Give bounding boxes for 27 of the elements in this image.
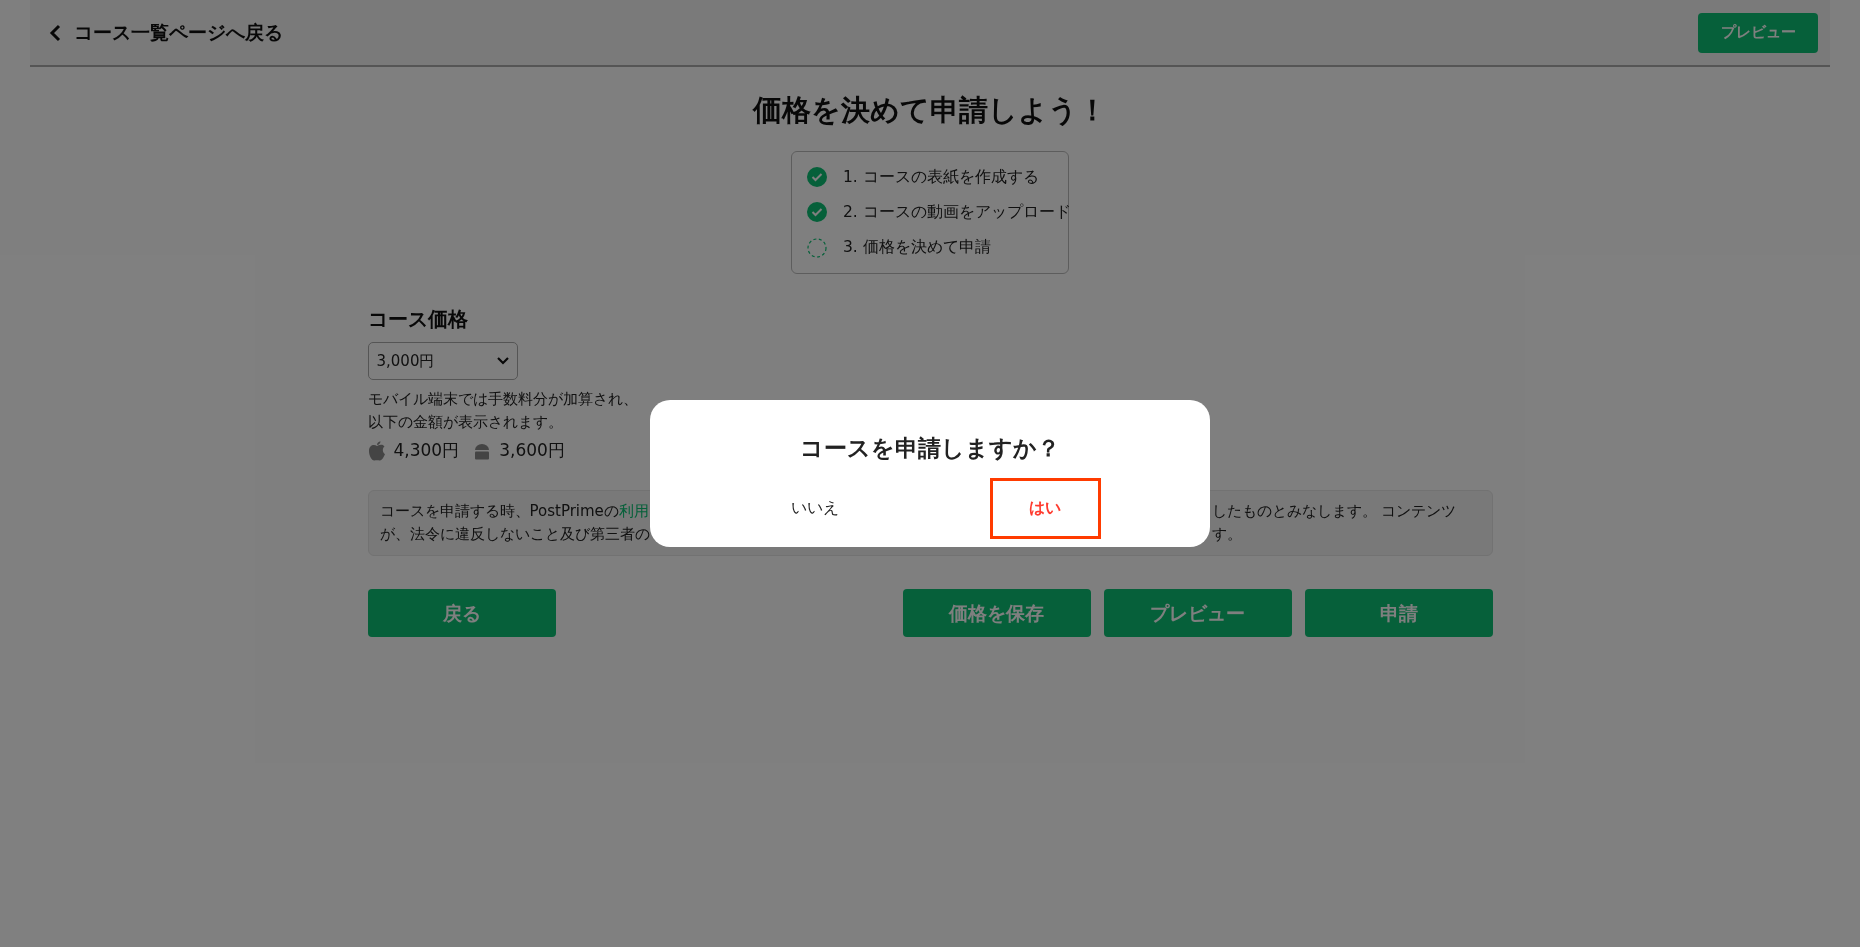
apple-icon [367, 441, 386, 461]
step-label: 3. 価格を決めて申請 [843, 237, 991, 258]
notice-text: す。 [1211, 523, 1242, 545]
step-label: 2. コースの動画をアップロード [843, 201, 1071, 223]
action-button[interactable]: 申請 [1304, 588, 1493, 637]
back-button[interactable]: 戻る [367, 588, 556, 637]
fee-note: 以下の金額が表示されます。 [367, 413, 564, 433]
platform-price: 3,600円 [499, 439, 565, 463]
back-link[interactable]: コース一覧ページへ戻る [48, 18, 283, 47]
no-button[interactable]: いいえ [759, 477, 871, 539]
chevron-left-icon [48, 23, 62, 42]
notice-text: したものとみなします。 コンテンツ [1211, 500, 1457, 522]
notice-text: が、法令に違反しないこと及び第三者の [379, 523, 650, 545]
terms-link[interactable]: 利用 [618, 499, 649, 523]
platform-price: 4,300円 [393, 439, 460, 463]
dialog-title: コースを申請しますか？ [800, 434, 1060, 463]
step-label: 1. コースの表紙を作成する [843, 166, 1039, 188]
price-select[interactable]: 3,000円 [367, 342, 518, 381]
action-button[interactable]: 価格を保存 [902, 588, 1091, 637]
preview-button[interactable]: プレビュー [1698, 12, 1818, 53]
notice-text: コースを申請する時、PostPrimeの [379, 500, 619, 522]
action-button[interactable]: プレビュー [1103, 588, 1292, 637]
section-heading: コース価格 [367, 306, 469, 334]
chevron-down-icon [496, 357, 509, 366]
yes-button[interactable]: はい [989, 477, 1101, 539]
fee-note: モバイル端末では手数料分が加算され、 [367, 390, 639, 410]
page-title: 価格を決めて申請しよう！ [753, 92, 1107, 129]
